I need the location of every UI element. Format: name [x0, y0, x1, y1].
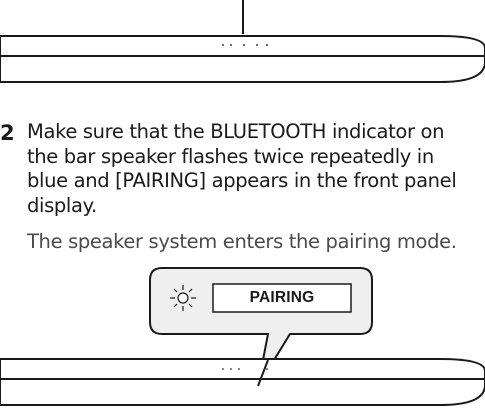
step-instruction: Make sure that the BLUETOOTH indicator o… — [27, 120, 457, 217]
display-text: PAIRING — [249, 289, 315, 306]
top-bar-speaker — [0, 0, 485, 83]
step-number: 2 — [0, 121, 15, 145]
bottom-bar-speaker — [0, 358, 485, 406]
step-result: The speaker system enters the pairing mo… — [27, 230, 457, 253]
